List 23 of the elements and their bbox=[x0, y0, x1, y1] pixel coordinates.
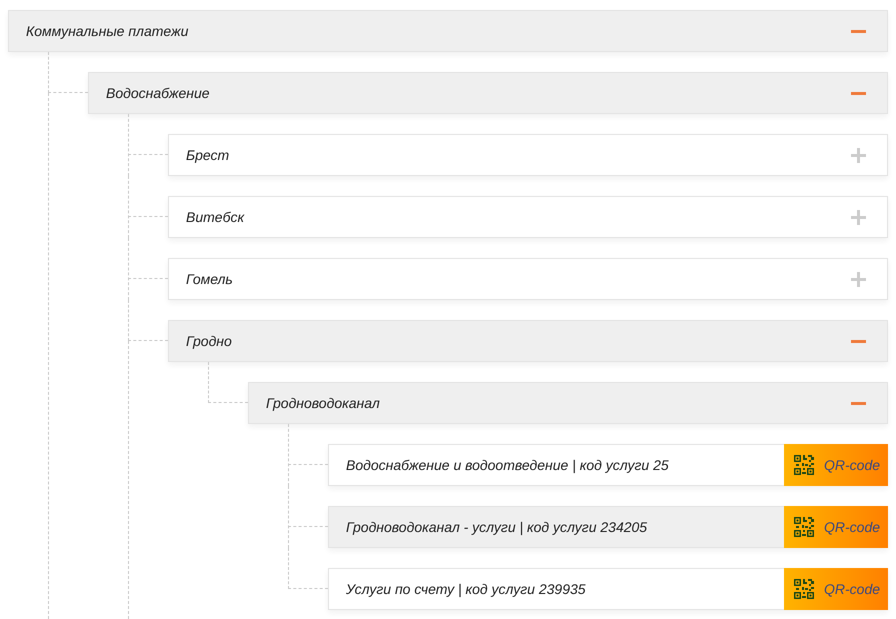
tree-node[interactable]: Гомель bbox=[168, 258, 888, 300]
minus-icon[interactable] bbox=[851, 92, 866, 94]
service-label: Гродноводоканал - услуги | код услуги 234205 bbox=[346, 519, 648, 535]
minus-icon[interactable] bbox=[851, 340, 866, 342]
plus-icon[interactable] bbox=[851, 210, 866, 224]
minus-icon[interactable] bbox=[851, 402, 866, 404]
tree-node[interactable]: Брест bbox=[168, 134, 888, 176]
service-label: Услуги по счету | код услуги 239935 bbox=[346, 581, 586, 597]
service-label: Водоснабжение и водоотведение | код услуги 25 bbox=[346, 457, 669, 473]
tree-node[interactable]: Коммунальные платежи bbox=[8, 10, 888, 52]
tree-node[interactable]: Водоснабжение bbox=[88, 72, 888, 114]
qr-code-icon bbox=[794, 455, 814, 475]
qr-code-button[interactable]: QR-code bbox=[784, 506, 888, 548]
plus-icon[interactable] bbox=[851, 272, 866, 286]
tree-node[interactable]: Гродно bbox=[168, 320, 888, 362]
qr-code-button[interactable]: QR-code bbox=[784, 444, 888, 486]
tree-node[interactable]: Гродноводоканал bbox=[248, 382, 888, 424]
qr-code-icon bbox=[794, 517, 814, 537]
qr-code-button[interactable]: QR-code bbox=[784, 568, 888, 610]
plus-icon[interactable] bbox=[851, 148, 866, 162]
tree-node[interactable]: Витебск bbox=[168, 196, 888, 238]
qr-code-icon bbox=[794, 579, 814, 599]
minus-icon[interactable] bbox=[851, 30, 866, 32]
